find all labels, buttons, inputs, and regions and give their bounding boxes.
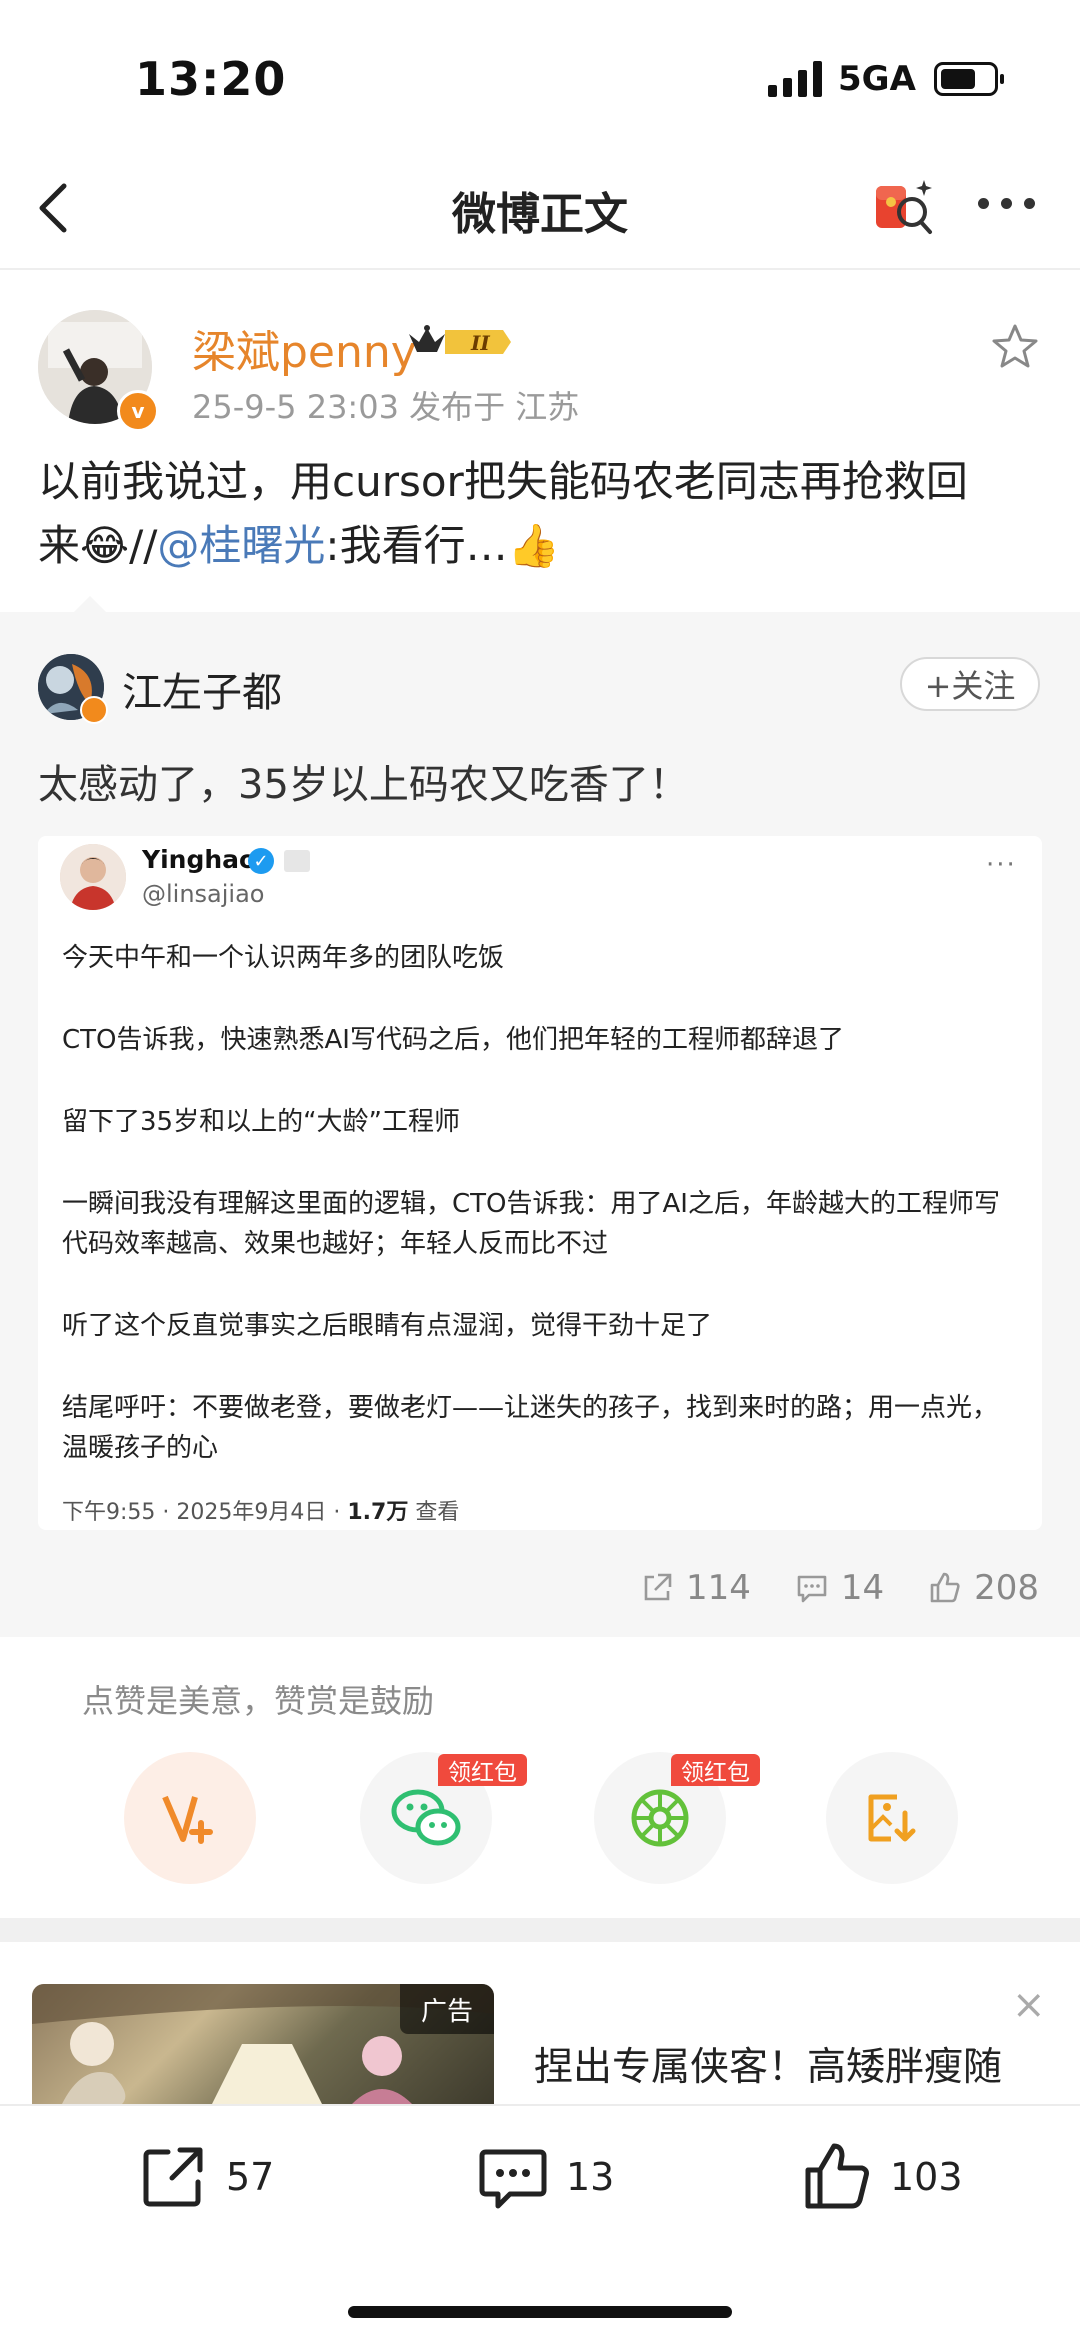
- save-image-icon: [868, 1794, 916, 1842]
- close-icon[interactable]: ×: [1012, 1982, 1046, 2028]
- repost-share-count[interactable]: 114: [640, 1568, 751, 1608]
- favorite-star-icon[interactable]: [990, 322, 1040, 372]
- red-packet-tag: 领红包: [438, 1754, 527, 1786]
- embedded-views: 1.7万: [347, 1500, 409, 1525]
- verified-check-icon: ✓: [248, 848, 274, 874]
- repost-verified-icon: [80, 696, 108, 724]
- share-icon: [644, 1573, 672, 1601]
- more-icon[interactable]: [978, 198, 1035, 209]
- share-button[interactable]: 57: [136, 2140, 274, 2214]
- moments-icon: [631, 1789, 689, 1847]
- repost-text: 太感动了，35岁以上码农又吃香了！: [38, 762, 689, 808]
- embedded-more-icon: ···: [986, 850, 1017, 880]
- laugh-emoji-icon: 😂: [80, 521, 130, 570]
- embedded-paragraph: CTO告诉我，快速熟悉AI写代码之后，他们把年轻的工程师都辞退了: [62, 1025, 844, 1055]
- repost-author-name[interactable]: 江左子都: [122, 660, 282, 718]
- home-indicator[interactable]: [348, 2306, 732, 2318]
- tip-icon: [162, 1795, 213, 1844]
- embedded-paragraph: 听了这个反直觉事实之后眼睛有点湿润，觉得干劲十足了: [62, 1311, 713, 1341]
- embedded-paragraph: 结尾呼吁：不要做老登，要做老灯——让迷失的孩子，找到来时的路；用一点光，温暖孩子…: [62, 1393, 999, 1463]
- verified-badge-icon: v: [117, 390, 159, 432]
- embedded-author-name: Yinghao: [142, 845, 257, 874]
- author-name[interactable]: 梁斌penny: [192, 316, 417, 380]
- comment-icon: [479, 2149, 547, 2209]
- embedded-body: 今天中午和一个认识两年多的团队吃饭 CTO告诉我，快速熟悉AI写代码之后，他们把…: [62, 938, 1022, 1510]
- section-divider: [0, 1918, 1080, 1942]
- comment-icon: [797, 1575, 827, 1603]
- affiliate-badge-icon: [284, 850, 310, 872]
- status-indicators: 5GA: [768, 56, 1004, 102]
- red-packet-search-icon[interactable]: [872, 172, 938, 242]
- ad-label: 广告: [400, 1984, 494, 2034]
- embedded-avatar: [60, 844, 126, 910]
- repost-counts: 114 14 208: [640, 1568, 1039, 1608]
- wechat-icon: [391, 1789, 461, 1846]
- embedded-handle: @linsajiao: [142, 880, 265, 908]
- status-time: 13:20: [135, 52, 287, 106]
- nav-divider: [0, 268, 1080, 270]
- embedded-paragraph: 今天中午和一个认识两年多的团队吃饭: [62, 943, 505, 973]
- embedded-paragraph: 一瞬间我没有理解这里面的逻辑，CTO告诉我：用了AI之后，年龄越大的工程师写代码…: [62, 1189, 1000, 1259]
- post-text-line2: 来😂//@桂曙光:我看行…👍: [38, 521, 560, 570]
- tip-button[interactable]: [124, 1752, 256, 1884]
- thumbs-up-emoji-icon: 👍: [507, 521, 560, 570]
- share-icon: [143, 2147, 203, 2207]
- repost-like-count[interactable]: 208: [928, 1568, 1039, 1608]
- battery-icon: [933, 62, 1004, 96]
- network-label: 5GA: [838, 59, 916, 99]
- signal-icon: [768, 61, 822, 97]
- save-image-button[interactable]: [826, 1752, 958, 1884]
- like-icon: [805, 2143, 869, 2209]
- vip-crown-icon[interactable]: II: [405, 322, 515, 366]
- post-text-line1: 以前我说过，用cursor把失能码农老同志再抢救回: [38, 457, 968, 506]
- svg-text:II: II: [470, 331, 490, 355]
- embedded-paragraph: 留下了35岁和以上的“大龄”工程师: [62, 1107, 461, 1137]
- like-button[interactable]: 103: [800, 2140, 963, 2214]
- red-packet-tag: 领红包: [671, 1754, 760, 1786]
- post-text: 以前我说过，用cursor把失能码农老同志再抢救回 来😂//@桂曙光:我看行…👍: [38, 450, 1048, 578]
- like-icon: [930, 1572, 960, 1603]
- mention-link[interactable]: @桂曙光: [157, 521, 325, 570]
- follow-button[interactable]: +关注: [900, 657, 1040, 711]
- reward-label: 点赞是美意，赞赏是鼓励: [82, 1682, 435, 1720]
- post-meta: 25-9-5 23:03 发布于 江苏: [192, 388, 580, 426]
- comment-button[interactable]: 13: [476, 2140, 614, 2214]
- repost-comment-count[interactable]: 14: [795, 1568, 884, 1608]
- ad-text[interactable]: 捏出专属侠客！高矮胖瘦随: [534, 2036, 1002, 2092]
- embedded-meta: 下午9:55 · 2025年9月4日 · 1.7万 查看: [62, 1500, 460, 1525]
